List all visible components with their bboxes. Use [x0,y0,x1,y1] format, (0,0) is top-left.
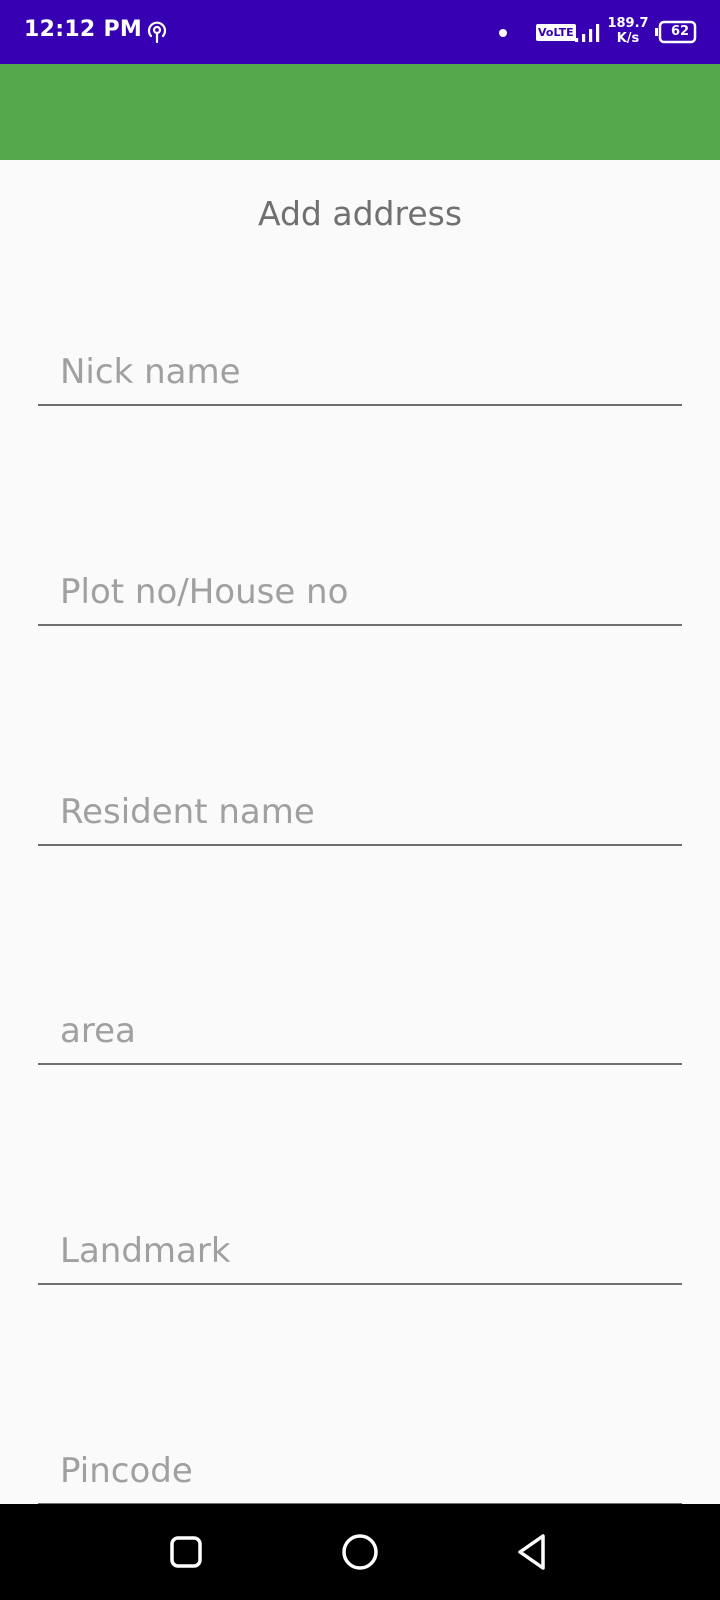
back-button[interactable] [510,1528,558,1576]
net-speed-unit: K/s [616,31,640,46]
volte-badge: VoLTE [536,24,576,41]
nick-name-input[interactable] [38,344,682,400]
battery-level: 62 [670,24,690,39]
plot-house-no-input[interactable] [38,564,682,620]
pincode-input[interactable] [38,1443,682,1499]
signal-icon [575,24,600,42]
area-input[interactable] [38,1003,682,1059]
recents-button[interactable] [162,1528,210,1576]
area-field[interactable] [38,1003,682,1065]
net-speed: 189.7 K/s [606,16,650,46]
home-icon [342,1534,378,1570]
app-bar [0,64,720,160]
pincode-field[interactable] [38,1443,682,1505]
nick-name-field[interactable] [38,344,682,406]
net-speed-value: 189.7 [607,16,649,31]
status-time: 12:12 PM [24,17,143,42]
resident-name-field[interactable] [38,784,682,846]
resident-name-input[interactable] [38,784,682,840]
landmark-input[interactable] [38,1223,682,1279]
page-title: Add address [257,194,463,233]
home-button[interactable] [336,1528,384,1576]
landmark-field[interactable] [38,1223,682,1285]
back-icon [518,1534,545,1570]
recents-icon [170,1536,202,1568]
notification-dot-icon [499,29,507,37]
hotspot-icon [147,21,167,44]
status-bar: 12:12 PM VoLTE 189.7 K/s 62 [0,0,720,64]
plot-house-no-field[interactable] [38,564,682,626]
navigation-bar [0,1504,720,1600]
